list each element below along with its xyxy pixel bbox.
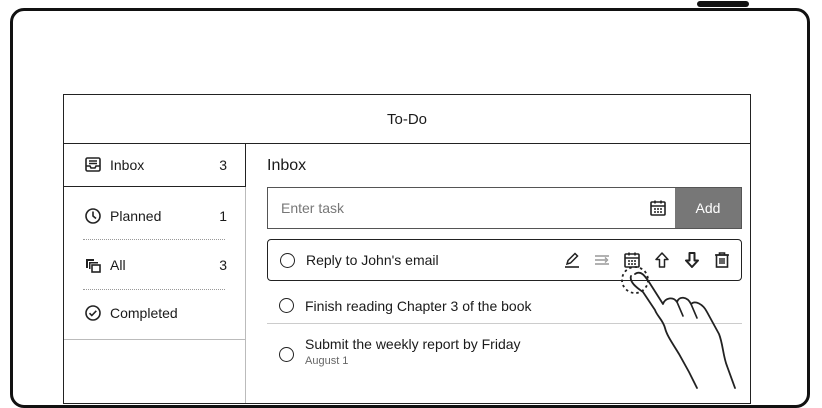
task-checkbox[interactable] [279, 346, 294, 362]
task-checkbox[interactable] [279, 298, 294, 313]
add-task-bar: Add [267, 187, 742, 229]
task-title: Reply to John's email [306, 252, 439, 268]
calendar-icon[interactable] [641, 188, 675, 228]
page-title: Inbox [267, 157, 307, 174]
task-input[interactable] [268, 188, 641, 228]
device-power-button[interactable] [697, 1, 749, 7]
edit-icon[interactable] [561, 249, 583, 271]
tap-hand-icon [621, 266, 736, 389]
move-icon[interactable] [591, 249, 613, 271]
add-button[interactable]: Add [675, 188, 741, 228]
task-checkbox[interactable] [280, 252, 295, 268]
